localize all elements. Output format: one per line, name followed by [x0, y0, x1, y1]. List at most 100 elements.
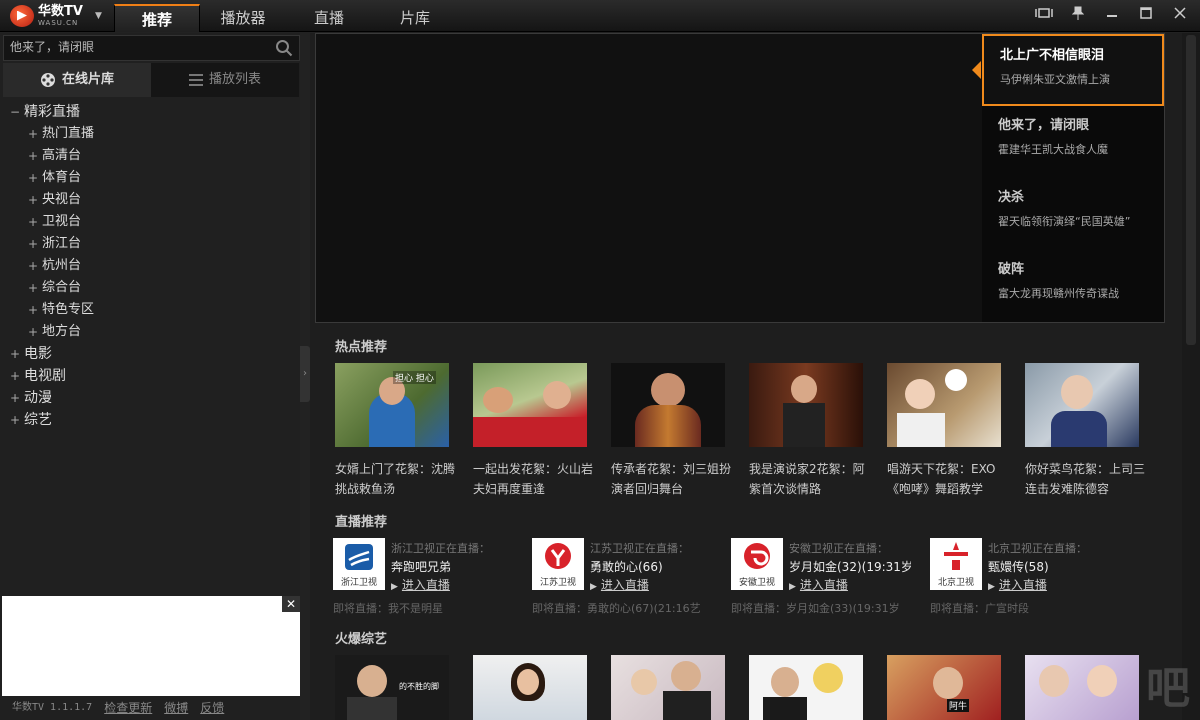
- tree-item-child[interactable]: + 地方台: [0, 321, 300, 343]
- live-status: 浙江卫视正在直播：: [391, 542, 490, 555]
- video-caption[interactable]: 一起出发花絮：火山岩夫妇再度重逢: [473, 459, 593, 499]
- tree-label: 浙江台: [42, 236, 82, 251]
- expand-icon[interactable]: +: [28, 211, 42, 233]
- tab-recommend[interactable]: 推荐: [114, 4, 200, 32]
- tree-item-child[interactable]: + 热门直播: [0, 123, 300, 145]
- tree-item-live[interactable]: − 精彩直播: [0, 101, 300, 123]
- live-channel[interactable]: 浙江卫视 浙江卫视正在直播： 奔跑吧兄弟 进入直播 即将直播：我不是明星: [333, 536, 532, 616]
- expand-icon[interactable]: +: [28, 123, 42, 145]
- video-caption[interactable]: 唱游天下花絮：EXO《咆哮》舞蹈教学: [887, 459, 1007, 499]
- banner-item[interactable]: 破阵 富大龙再现赣州传奇谍战: [982, 250, 1164, 322]
- expand-icon[interactable]: +: [28, 277, 42, 299]
- check-update-link[interactable]: 检查更新: [104, 699, 152, 719]
- expand-icon[interactable]: +: [28, 189, 42, 211]
- video-card[interactable]: 传承者花絮：刘三姐扮演者回归舞台: [611, 363, 731, 499]
- search-input[interactable]: [10, 40, 260, 54]
- tab-live[interactable]: 直播: [286, 4, 372, 32]
- tree-item-child[interactable]: + 体育台: [0, 167, 300, 189]
- expand-icon[interactable]: +: [10, 343, 24, 365]
- tree-item-tv[interactable]: + 电视剧: [0, 365, 300, 387]
- expand-icon[interactable]: +: [10, 365, 24, 387]
- expand-icon[interactable]: +: [28, 321, 42, 343]
- video-thumbnail[interactable]: 阿牛: [887, 655, 1001, 720]
- tree-item-anime[interactable]: + 动漫: [0, 387, 300, 409]
- tree-item-child[interactable]: + 高清台: [0, 145, 300, 167]
- video-caption[interactable]: 传承者花絮：刘三姐扮演者回归舞台: [611, 459, 731, 499]
- enter-live-link[interactable]: 进入直播: [988, 576, 1047, 593]
- tab-playlist[interactable]: 播放列表: [151, 63, 299, 97]
- enter-live-link[interactable]: 进入直播: [391, 576, 450, 593]
- app-logo[interactable]: 华数TV WASU.CN ▼: [10, 4, 102, 27]
- video-thumbnail[interactable]: [1025, 363, 1139, 447]
- tab-library[interactable]: 片库: [372, 4, 458, 32]
- live-channel[interactable]: 北京卫视 北京卫视正在直播： 甄嬛传(58) 进入直播 即将直播：广宣时段: [930, 536, 1129, 616]
- expand-icon[interactable]: +: [10, 409, 24, 431]
- close-icon[interactable]: [1170, 6, 1190, 22]
- video-thumbnail[interactable]: 担心 担心: [335, 363, 449, 447]
- channel-logo[interactable]: 江苏卫视: [532, 538, 584, 590]
- vertical-scrollbar[interactable]: [1182, 33, 1200, 720]
- banner-item[interactable]: 北上广不相信眼泪 马伊俐朱亚文激情上演: [982, 34, 1164, 106]
- video-thumbnail[interactable]: [611, 363, 725, 447]
- channel-logo-label: 北京卫视: [937, 578, 974, 588]
- close-icon[interactable]: ✕: [282, 596, 300, 612]
- tree-item-child[interactable]: + 浙江台: [0, 233, 300, 255]
- video-card[interactable]: 我是演说家2花絮：阿紫首次谈情路: [749, 363, 865, 499]
- pin-icon[interactable]: [1068, 6, 1088, 22]
- tree-item-movie[interactable]: + 电影: [0, 343, 300, 365]
- channel-logo[interactable]: 安徽卫视: [731, 538, 783, 590]
- video-thumbnail[interactable]: [473, 363, 587, 447]
- tree-label: 高清台: [42, 148, 82, 163]
- chevron-down-icon[interactable]: ▼: [95, 11, 102, 21]
- video-thumbnail[interactable]: 的不胜的脚: [335, 655, 449, 720]
- mini-mode-icon[interactable]: [1034, 6, 1054, 22]
- scrollbar-thumb[interactable]: [1186, 35, 1196, 345]
- banner-item[interactable]: 决杀 翟天临领衔演绎“民国英雄”: [982, 178, 1164, 250]
- feedback-link[interactable]: 反馈: [200, 699, 224, 719]
- expand-icon[interactable]: +: [28, 145, 42, 167]
- video-thumbnail[interactable]: [611, 655, 725, 720]
- expand-icon[interactable]: +: [10, 387, 24, 409]
- live-channel[interactable]: 江苏卫视 江苏卫视正在直播： 勇敢的心(66) 进入直播 即将直播：勇敢的心(6…: [532, 536, 731, 616]
- expand-icon[interactable]: +: [28, 233, 42, 255]
- expand-icon[interactable]: +: [28, 299, 42, 321]
- featured-banner[interactable]: 北上广不相信眼泪 马伊俐朱亚文激情上演 他来了，请闭眼 霍建华王凯大战食人魔 决…: [315, 33, 1165, 323]
- video-thumbnail[interactable]: [749, 655, 863, 720]
- play-logo-icon: [10, 4, 34, 27]
- video-caption[interactable]: 我是演说家2花絮：阿紫首次谈情路: [749, 459, 869, 499]
- banner-item[interactable]: 他来了，请闭眼 霍建华王凯大战食人魔: [982, 106, 1164, 178]
- search-icon[interactable]: [275, 39, 293, 57]
- minimize-icon[interactable]: [1102, 6, 1122, 22]
- video-caption[interactable]: 女婿上门了花絮：沈腾挑战敕鱼汤: [335, 459, 455, 499]
- maximize-icon[interactable]: [1136, 6, 1156, 22]
- video-thumbnail[interactable]: [749, 363, 863, 447]
- enter-live-link[interactable]: 进入直播: [590, 576, 649, 593]
- sidebar-collapse-handle[interactable]: ›: [300, 346, 310, 402]
- tree-item-variety[interactable]: + 综艺: [0, 409, 300, 431]
- weibo-link[interactable]: 微搏: [164, 699, 188, 719]
- channel-logo[interactable]: 北京卫视: [930, 538, 982, 590]
- video-thumbnail[interactable]: [1025, 655, 1139, 720]
- tree-item-child[interactable]: + 杭州台: [0, 255, 300, 277]
- video-card[interactable]: 你好菜鸟花絮：上司三连击发难陈德容: [1025, 363, 1145, 499]
- video-card[interactable]: 一起出发花絮：火山岩夫妇再度重逢: [473, 363, 593, 499]
- app-sub: WASU.CN: [38, 19, 79, 27]
- tree-item-child[interactable]: + 央视台: [0, 189, 300, 211]
- tree-item-child[interactable]: + 特色专区: [0, 299, 300, 321]
- tab-online-library[interactable]: 在线片库: [3, 63, 151, 97]
- expand-icon[interactable]: +: [28, 167, 42, 189]
- thumb-overlay-text: 担心 担心: [393, 371, 436, 384]
- video-card[interactable]: 唱游天下花絮：EXO《咆哮》舞蹈教学: [887, 363, 1001, 499]
- tree-item-child[interactable]: + 综合台: [0, 277, 300, 299]
- video-thumbnail[interactable]: [887, 363, 1001, 447]
- tab-player[interactable]: 播放器: [200, 4, 286, 32]
- video-thumbnail[interactable]: [473, 655, 587, 720]
- live-channel[interactable]: 安徽卫视 安徽卫视正在直播： 岁月如金(32)(19:31岁 进入直播 即将直播…: [731, 536, 930, 616]
- expand-icon[interactable]: +: [28, 255, 42, 277]
- tree-item-child[interactable]: + 卫视台: [0, 211, 300, 233]
- enter-live-link[interactable]: 进入直播: [789, 576, 848, 593]
- video-card[interactable]: 担心 担心 女婿上门了花絮：沈腾挑战敕鱼汤: [335, 363, 455, 499]
- video-caption[interactable]: 你好菜鸟花絮：上司三连击发难陈德容: [1025, 459, 1145, 499]
- collapse-icon[interactable]: −: [10, 101, 24, 123]
- channel-logo[interactable]: 浙江卫视: [333, 538, 385, 590]
